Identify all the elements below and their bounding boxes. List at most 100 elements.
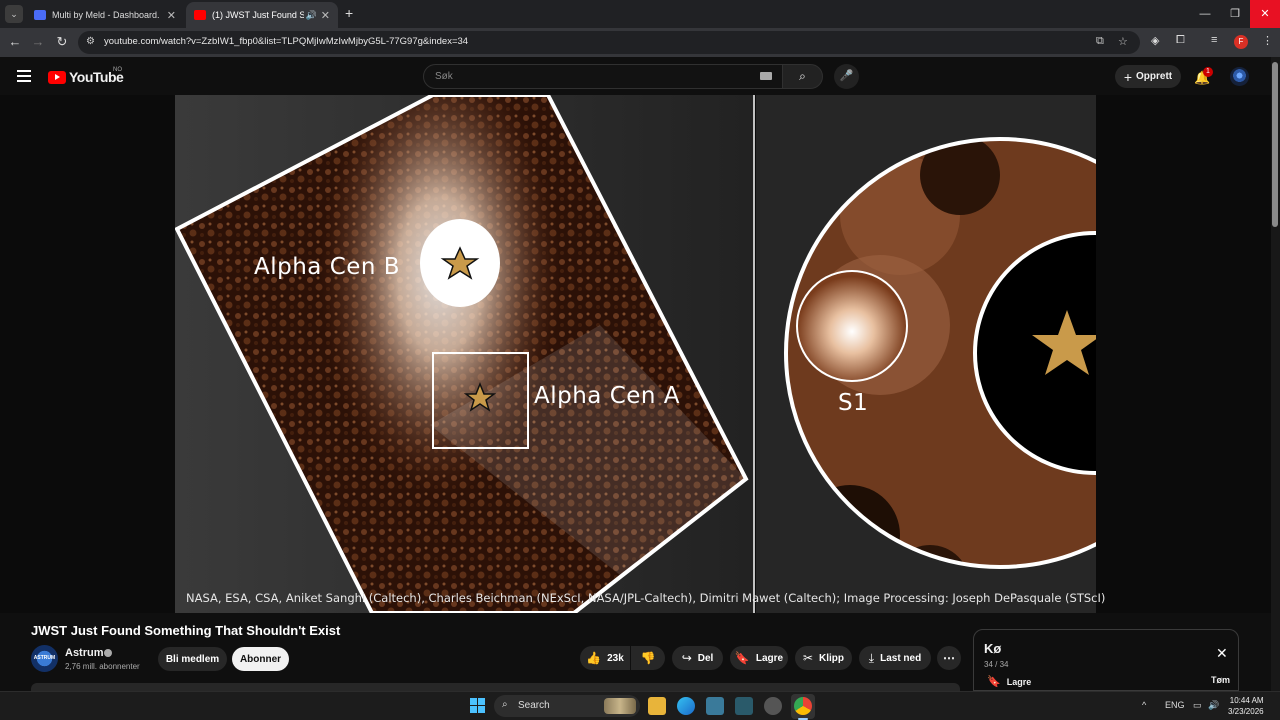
- thumbs-up-icon: 👍: [586, 651, 602, 665]
- close-tab-icon[interactable]: ✕: [167, 9, 176, 22]
- meld-favicon-icon: [34, 10, 46, 20]
- queue-save-label: Lagre: [1006, 676, 1032, 687]
- video-player[interactable]: Alpha Cen B Alpha Cen A S1 NASA, ESA, CS…: [0, 95, 1280, 613]
- tray-overflow-chevron-icon[interactable]: ^: [1142, 700, 1146, 710]
- queue-count: 34 / 34: [984, 660, 1009, 669]
- share-icon: ↪: [681, 651, 692, 665]
- browser-tab-bar: ⌄ Multi by Meld - Dashboard. ✕ (1) JWST …: [0, 0, 1280, 28]
- search-highlight-image: [604, 698, 636, 714]
- extension-icon[interactable]: ◈: [1151, 34, 1159, 47]
- app-icon[interactable]: [735, 697, 753, 715]
- clock-date: 3/23/2026: [1228, 707, 1264, 716]
- language-indicator[interactable]: ENG: [1165, 700, 1185, 710]
- search-placeholder: Søk: [435, 71, 453, 82]
- save-label: Lagre: [755, 652, 784, 664]
- clock-time: 10:44 AM: [1229, 696, 1264, 705]
- edge-browser-icon[interactable]: [677, 697, 695, 715]
- address-bar[interactable]: ⚙ youtube.com/watch?v=ZzbIW1_fbp0&list=T…: [78, 31, 1140, 54]
- save-button[interactable]: 🔖 Lagre: [730, 646, 788, 670]
- alpha-cen-b-label: Alpha Cen B: [254, 254, 401, 280]
- create-label: Opprett: [1136, 71, 1173, 82]
- search-button[interactable]: ⌕: [782, 64, 823, 89]
- window-close-icon[interactable]: ✕: [1250, 0, 1280, 28]
- app-icon[interactable]: [764, 697, 782, 715]
- image-credit: NASA, ESA, CSA, Aniket Sanghi (Caltech),…: [186, 591, 1106, 605]
- plus-icon: +: [1123, 68, 1133, 85]
- subscriber-count: 2,76 mill. abonnenter: [65, 662, 140, 671]
- site-info-icon[interactable]: ⚙: [86, 36, 95, 47]
- chrome-browser-icon[interactable]: [794, 697, 812, 715]
- new-tab-plus-icon[interactable]: +: [345, 5, 353, 21]
- restore-icon[interactable]: ❐: [1218, 0, 1252, 28]
- clip-button[interactable]: ✂ Klipp: [795, 646, 852, 670]
- download-label: Last ned: [880, 652, 922, 664]
- browser-menu-icon[interactable]: ⋮: [1262, 34, 1273, 47]
- forward-arrow-icon[interactable]: →: [29, 34, 47, 49]
- search-icon: ⌕: [502, 699, 508, 710]
- search-input[interactable]: Søk: [423, 64, 783, 89]
- share-button[interactable]: ↪ Del: [672, 646, 723, 670]
- video-title: JWST Just Found Something That Shouldn't…: [31, 623, 341, 638]
- browser-toolbar: ← → ↻ ⚙ youtube.com/watch?v=ZzbIW1_fbp0&…: [0, 28, 1280, 57]
- region-code: NO: [113, 67, 122, 73]
- volume-icon[interactable]: 🔊: [1208, 700, 1219, 711]
- clip-label: Klipp: [819, 652, 845, 664]
- taskbar-search-box[interactable]: ⌕ Search: [494, 695, 640, 717]
- create-button[interactable]: + Opprett: [1115, 65, 1181, 88]
- reload-icon[interactable]: ↻: [53, 34, 71, 50]
- browser-tab-meld[interactable]: Multi by Meld - Dashboard. ✕: [26, 2, 184, 28]
- back-arrow-icon[interactable]: ←: [6, 34, 24, 49]
- queue-title: Kø: [984, 641, 1002, 656]
- search-icon: ⌕: [799, 69, 806, 83]
- url-text[interactable]: youtube.com/watch?v=ZzbIW1_fbp0&list=TLP…: [104, 36, 468, 47]
- channel-avatar[interactable]: ASTRUM: [31, 645, 58, 672]
- hamburger-menu-icon[interactable]: [17, 70, 31, 85]
- windows-start-icon[interactable]: [470, 698, 486, 714]
- dislike-button[interactable]: 👎: [631, 646, 665, 670]
- taskbar-search-label: Search: [518, 700, 550, 711]
- system-clock[interactable]: 10:44 AM 3/23/2026: [1228, 695, 1264, 717]
- close-tab-icon[interactable]: ✕: [321, 9, 330, 22]
- voice-search-mic-icon[interactable]: 🎤: [834, 64, 859, 89]
- queue-save-button[interactable]: 🔖 Lagre: [987, 675, 1031, 688]
- thumbs-down-icon: 👎: [640, 651, 656, 665]
- youtube-favicon-icon: [194, 10, 206, 20]
- queue-clear-button[interactable]: Tøm: [1211, 675, 1230, 685]
- s1-circle: [796, 270, 908, 382]
- like-button[interactable]: 👍 23k: [580, 646, 630, 670]
- subscribe-button[interactable]: Abonner: [232, 647, 289, 671]
- queue-panel: Kø 34 / 34 ✕ 🔖 Lagre Tøm: [973, 629, 1239, 691]
- keyboard-icon[interactable]: [760, 72, 772, 80]
- channel-name[interactable]: Astrum: [65, 647, 104, 659]
- bookmark-star-icon[interactable]: ☆: [1118, 35, 1128, 48]
- scrollbar-thumb[interactable]: [1272, 62, 1278, 227]
- youtube-header: YouTube NO Søk ⌕ 🎤 + Opprett 🔔 1: [0, 57, 1280, 95]
- install-app-icon[interactable]: ⧉: [1096, 35, 1104, 48]
- download-icon: ⤓: [868, 650, 875, 665]
- tab-title: (1) JWST Just Found Somethi: [212, 10, 304, 20]
- scissors-icon: ✂: [802, 651, 814, 665]
- more-actions-icon[interactable]: ⋯: [937, 646, 961, 670]
- extensions-puzzle-icon[interactable]: ⧠: [1176, 34, 1185, 47]
- browser-tab-youtube[interactable]: (1) JWST Just Found Somethi 🔊 ✕: [186, 2, 338, 28]
- profile-avatar[interactable]: F: [1234, 35, 1248, 49]
- account-avatar[interactable]: [1230, 67, 1249, 86]
- network-icon[interactable]: ▭: [1193, 700, 1202, 711]
- share-label: Del: [697, 652, 714, 664]
- bookmark-icon: 🔖: [734, 651, 750, 665]
- app-icon[interactable]: [706, 697, 724, 715]
- file-explorer-icon[interactable]: [648, 697, 666, 715]
- bookmark-icon: 🔖: [987, 676, 1001, 688]
- alpha-cen-a-label: Alpha Cen A: [534, 383, 681, 409]
- queue-close-icon[interactable]: ✕: [1216, 645, 1228, 662]
- verified-badge-icon: [104, 649, 112, 657]
- windows-taskbar: ⌕ Search ^ ENG ▭ 🔊 10:44 AM 3/23/2026: [0, 691, 1280, 720]
- minimize-icon[interactable]: —: [1188, 0, 1222, 28]
- download-button[interactable]: ⤓ Last ned: [859, 646, 931, 670]
- s1-label: S1: [838, 390, 869, 416]
- description-box[interactable]: [31, 683, 960, 691]
- media-queue-icon[interactable]: ≡: [1211, 34, 1217, 46]
- speaker-icon[interactable]: 🔊: [306, 10, 317, 21]
- join-button[interactable]: Bli medlem: [158, 647, 227, 671]
- tab-search-dropdown-icon[interactable]: ⌄: [5, 5, 23, 23]
